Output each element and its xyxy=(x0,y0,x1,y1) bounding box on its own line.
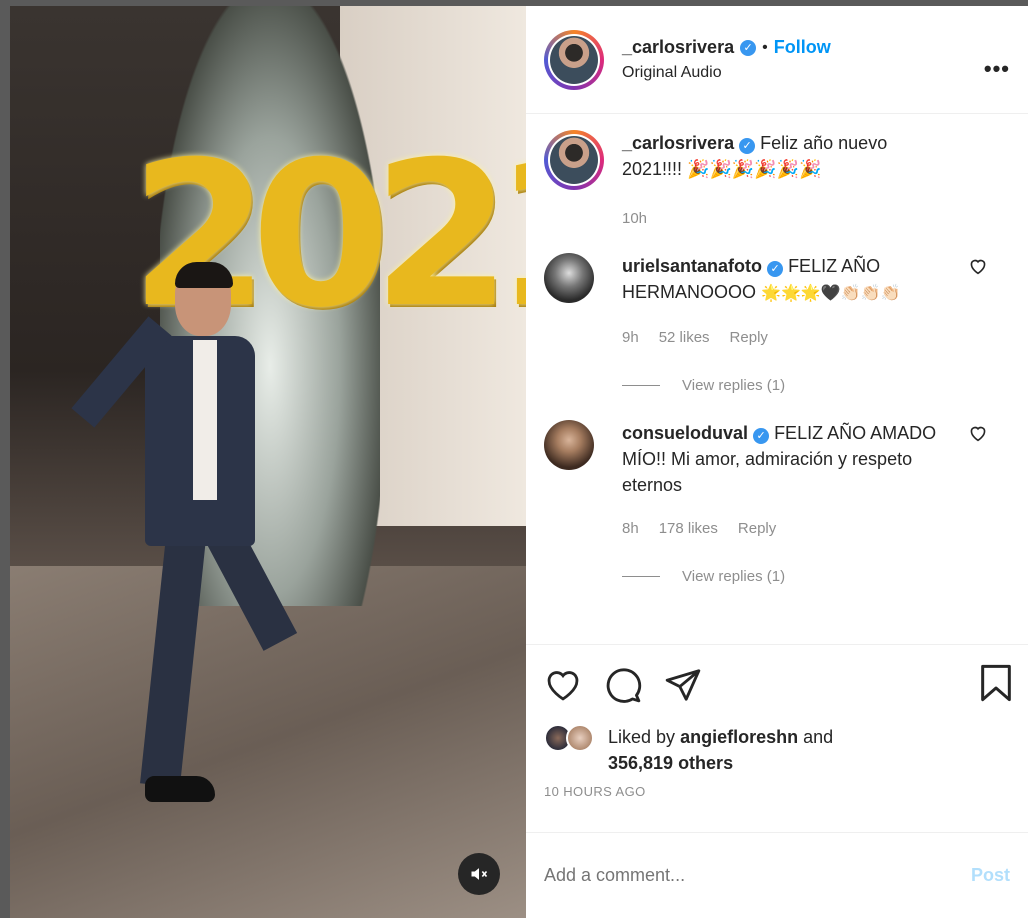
mute-button[interactable] xyxy=(458,853,500,895)
verified-badge-icon: ✓ xyxy=(753,428,770,444)
post-header: _carlosrivera ✓ • Follow Original Audio … xyxy=(526,6,1028,114)
view-replies-label: View replies (1) xyxy=(682,568,786,585)
bookmark-icon[interactable] xyxy=(978,663,1014,703)
comment-avatar[interactable] xyxy=(544,253,594,303)
comment-time[interactable]: 8h xyxy=(622,516,639,542)
reply-button[interactable]: Reply xyxy=(738,516,776,542)
comment-username[interactable]: urielsantanafoto xyxy=(622,256,762,276)
comment-emoji: 🌟🌟🌟🖤👏🏻👏🏻👏🏻 xyxy=(761,285,901,302)
comment-time[interactable]: 9h xyxy=(622,325,639,351)
post-actions xyxy=(526,644,1028,724)
caption-time[interactable]: 10h xyxy=(622,210,1010,227)
like-comment-heart-icon[interactable] xyxy=(968,424,988,442)
likes-summary: Liked by angiefloreshn and 356,819 other… xyxy=(526,724,1028,784)
comment-likes[interactable]: 52 likes xyxy=(659,325,710,351)
liked-by-prefix: Liked by xyxy=(608,727,676,747)
post-details-panel: _carlosrivera ✓ • Follow Original Audio … xyxy=(526,6,1028,918)
author-avatar[interactable] xyxy=(544,29,604,90)
liked-by-joiner: and xyxy=(803,727,834,747)
comment: consueloduval ✓ FELIZ AÑO AMADO MÍO!! Mi… xyxy=(544,420,1010,542)
liked-by-others[interactable]: 356,819 others xyxy=(608,753,733,773)
reply-button[interactable]: Reply xyxy=(730,325,768,351)
view-replies-button[interactable]: View replies (1) xyxy=(622,377,1010,394)
like-heart-icon[interactable] xyxy=(544,668,582,702)
post-comment-button[interactable]: Post xyxy=(971,865,1010,886)
caption-avatar[interactable] xyxy=(544,130,604,190)
post-caption: _carlosrivera ✓ Feliz año nuevo 2021!!!!… xyxy=(544,130,1010,190)
comment-username[interactable]: consueloduval xyxy=(622,423,748,443)
more-options-icon[interactable]: ••• xyxy=(984,56,1010,82)
caption-username[interactable]: _carlosrivera xyxy=(622,133,734,153)
liked-by-user[interactable]: angiefloreshn xyxy=(680,727,798,747)
comment-likes[interactable]: 178 likes xyxy=(659,516,718,542)
speaker-muted-icon xyxy=(471,868,488,880)
post-modal: 2021 _carlosrivera xyxy=(10,6,1028,918)
add-comment-bar: Post xyxy=(526,832,1028,918)
comments-section[interactable]: _carlosrivera ✓ Feliz año nuevo 2021!!!!… xyxy=(526,114,1028,644)
author-username[interactable]: _carlosrivera xyxy=(622,37,734,58)
like-comment-heart-icon[interactable] xyxy=(968,257,988,275)
separator-dot: • xyxy=(762,38,768,56)
share-paper-plane-icon[interactable] xyxy=(664,666,702,704)
verified-badge-icon: ✓ xyxy=(739,138,756,154)
post-timestamp[interactable]: 10 HOURS AGO xyxy=(526,784,1028,832)
audio-label[interactable]: Original Audio xyxy=(622,64,831,82)
comment-bubble-icon[interactable] xyxy=(604,666,642,704)
view-replies-label: View replies (1) xyxy=(682,377,786,394)
follow-button[interactable]: Follow xyxy=(774,37,831,58)
view-replies-button[interactable]: View replies (1) xyxy=(622,568,1010,585)
post-video[interactable]: 2021 xyxy=(10,6,526,918)
liker-avatars[interactable] xyxy=(544,724,602,756)
add-comment-input[interactable] xyxy=(544,865,924,886)
verified-badge-icon: ✓ xyxy=(767,261,784,277)
dancing-man xyxy=(71,262,298,836)
comment: urielsantanafoto ✓ FELIZ AÑO HERMANOOOO … xyxy=(544,253,1010,351)
verified-badge-icon: ✓ xyxy=(740,39,757,56)
comment-avatar[interactable] xyxy=(544,420,594,470)
